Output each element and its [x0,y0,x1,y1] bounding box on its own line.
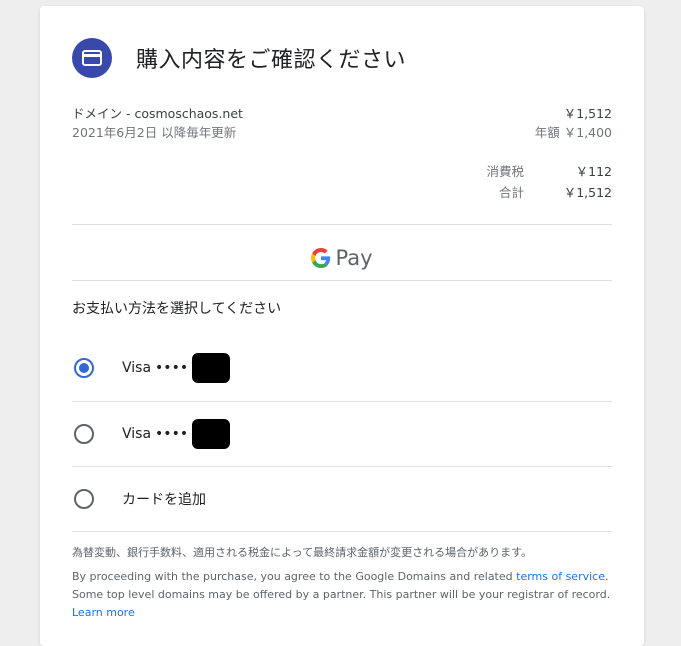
total-label: 合計 [498,185,524,200]
total-value: ￥1,512 [563,185,612,200]
line-item-renewal: 2021年6月2日 以降毎年更新 [72,125,237,140]
divider [72,531,612,532]
totals: 消費税 ￥112 合計 ￥1,512 [72,161,612,203]
gpay-label: Pay [335,246,373,270]
payment-option-visa-2[interactable]: Visa •••• [72,402,612,466]
option-label: カードを追加 [122,492,206,508]
line-item: ドメイン - cosmoschaos.net ￥1,512 2021年6月2日 … [72,104,612,142]
redacted-card-number [192,419,231,449]
currency-notice: 為替変動、銀行手数料、適用される税金によって最終請求金額が変更される場合がありま… [72,546,533,559]
legal-line-1: By proceeding with the purchase, you agr… [72,570,517,583]
google-g-icon [311,248,331,268]
option-label: Visa [122,426,152,442]
option-label: Visa [122,360,152,376]
radio-unselected-icon[interactable] [74,424,94,444]
line-item-annual: 年額 ￥1,400 [534,125,612,140]
legal-line-1-end: . [604,570,609,583]
payment-option-add-card[interactable]: カードを追加 [72,467,612,531]
divider [72,224,612,225]
tax-value: ￥112 [575,164,612,179]
radio-selected-icon[interactable] [74,358,94,378]
legal-line-2: Some top level domains may be offered by… [72,588,611,601]
radio-unselected-icon[interactable] [74,489,94,509]
payment-option-visa-1[interactable]: Visa •••• [72,336,612,400]
dialog-header: 購入内容をご確認ください [72,38,406,78]
google-pay-logo: Pay [72,236,612,280]
learn-more-link[interactable]: Learn more [72,606,135,619]
card-mask: •••• [155,360,189,376]
total-row: 合計 ￥1,512 [72,182,612,203]
terms-of-service-link[interactable]: terms of service [516,570,605,583]
line-item-name: ドメイン - cosmoschaos.net [72,106,243,121]
credit-card-icon [72,38,112,78]
divider [72,280,612,281]
dialog-title: 購入内容をご確認ください [136,48,407,73]
checkout-dialog: 購入内容をご確認ください ドメイン - cosmoschaos.net ￥1,5… [40,6,644,646]
tax-row: 消費税 ￥112 [72,161,612,182]
line-item-price: ￥1,512 [563,106,612,121]
redacted-card-number [192,353,231,383]
tax-label: 消費税 [486,164,524,179]
card-mask: •••• [155,426,189,442]
payment-method-title: お支払い方法を選択してください [72,301,282,317]
